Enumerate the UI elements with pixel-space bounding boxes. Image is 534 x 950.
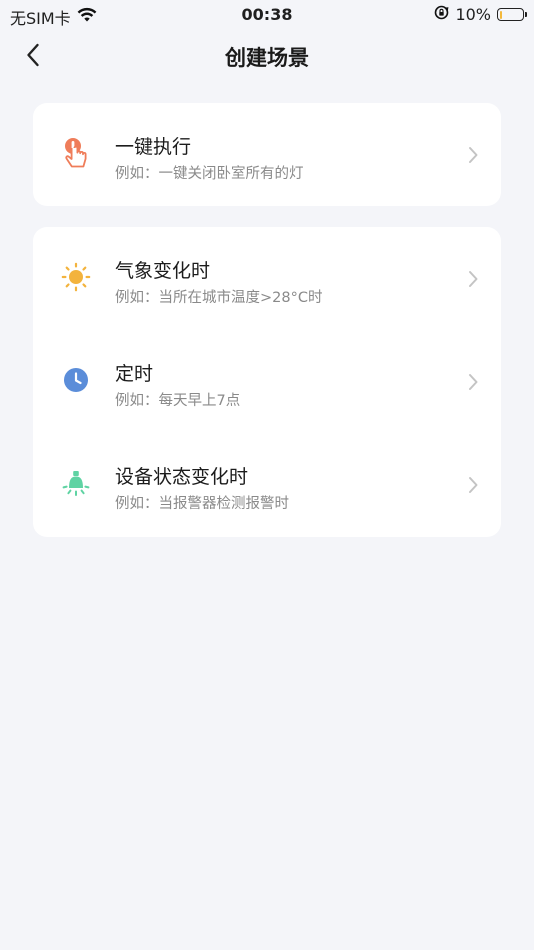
trigger-item-weather[interactable]: 气象变化时 例如：当所在城市温度>28°C时 xyxy=(33,227,501,330)
orientation-lock-icon xyxy=(434,5,449,24)
clock-icon xyxy=(59,363,93,397)
trigger-example: 例如：一键关闭卧室所有的灯 xyxy=(115,166,304,182)
trigger-title: 定时 xyxy=(115,363,154,385)
trigger-title: 设备状态变化时 xyxy=(115,466,249,488)
chevron-right-icon xyxy=(469,374,478,390)
chevron-right-icon xyxy=(469,271,478,287)
chevron-right-icon xyxy=(469,147,478,163)
status-right: 10% xyxy=(434,5,527,24)
trigger-card-auto: 气象变化时 例如：当所在城市温度>28°C时 定时 例如：每天早上7点 设备状态… xyxy=(33,227,501,537)
trigger-example: 例如：当报警器检测报警时 xyxy=(115,496,289,512)
trigger-example: 例如：当所在城市温度>28°C时 xyxy=(115,290,323,306)
sun-icon xyxy=(59,260,93,294)
trigger-card-manual: 一键执行 例如：一键关闭卧室所有的灯 xyxy=(33,103,501,206)
trigger-item-timer[interactable]: 定时 例如：每天早上7点 xyxy=(33,330,501,433)
bulb-icon xyxy=(59,466,93,500)
page-title: 创建场景 xyxy=(225,46,309,70)
navigation-bar: 创建场景 xyxy=(0,30,534,80)
chevron-right-icon xyxy=(469,477,478,493)
trigger-title: 一键执行 xyxy=(115,136,192,158)
battery-level xyxy=(499,10,502,19)
trigger-item-one-tap[interactable]: 一键执行 例如：一键关闭卧室所有的灯 xyxy=(33,103,501,206)
hand-tap-icon xyxy=(59,136,93,170)
trigger-title: 气象变化时 xyxy=(115,260,211,282)
trigger-item-device-state[interactable]: 设备状态变化时 例如：当报警器检测报警时 xyxy=(33,433,501,536)
status-bar: 无SIM卡 00:38 10% xyxy=(0,0,534,30)
battery-icon xyxy=(497,8,527,21)
trigger-example: 例如：每天早上7点 xyxy=(115,393,241,409)
battery-percent: 10% xyxy=(455,5,491,24)
